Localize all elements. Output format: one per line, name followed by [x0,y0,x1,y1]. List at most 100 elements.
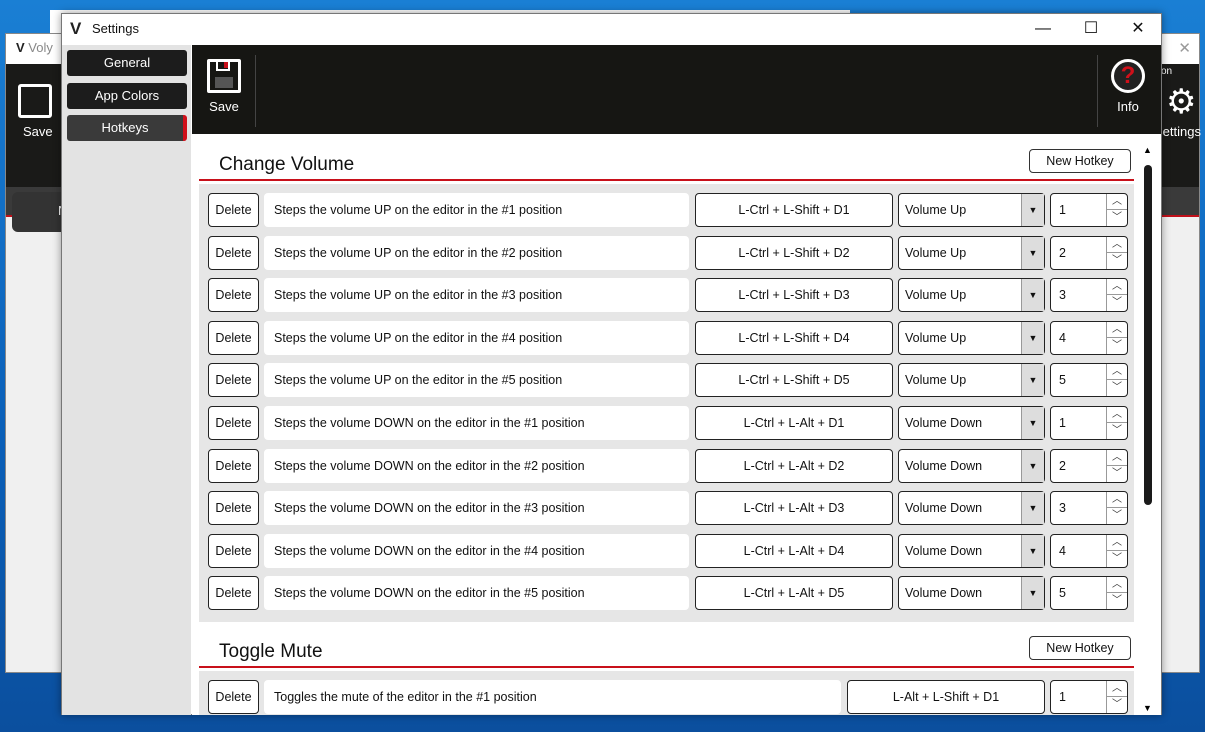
chevron-down-icon[interactable]: ▼ [1021,321,1044,354]
position-stepper[interactable]: 3 ︿ ﹀ [1050,491,1128,526]
stepper-arrows[interactable]: ︿ ﹀ [1106,364,1127,397]
stepper-up-icon[interactable]: ︿ [1107,577,1127,594]
stepper-arrows[interactable]: ︿ ﹀ [1106,236,1127,269]
stepper-up-icon[interactable]: ︿ [1107,279,1127,296]
position-stepper[interactable]: 4 ︿ ﹀ [1050,533,1128,568]
stepper-down-icon[interactable]: ﹀ [1107,253,1127,269]
stepper-down-icon[interactable]: ﹀ [1107,697,1127,713]
action-dropdown[interactable]: Volume Up ▼ [898,278,1045,313]
delete-button[interactable]: Delete [208,278,259,313]
save-button[interactable]: Save [205,59,243,114]
action-dropdown[interactable]: Volume Down ▼ [898,406,1045,440]
hotkey-capture-field[interactable]: L-Alt + L-Shift + D1 [847,680,1045,714]
delete-button[interactable]: Delete [208,491,259,526]
delete-button[interactable]: Delete [208,533,259,568]
action-dropdown[interactable]: Volume Up ▼ [898,193,1045,227]
action-dropdown[interactable]: Volume Down ▼ [898,576,1045,611]
sidebar-item-general[interactable]: General [67,50,187,76]
stepper-down-icon[interactable]: ﹀ [1107,210,1127,226]
hotkey-capture-field[interactable]: L-Ctrl + L-Alt + D5 [695,576,893,611]
chevron-down-icon[interactable]: ▼ [1021,492,1044,525]
stepper-arrows[interactable]: ︿ ﹀ [1106,407,1127,439]
position-stepper[interactable]: 4 ︿ ﹀ [1050,320,1128,355]
position-stepper[interactable]: 3 ︿ ﹀ [1050,278,1128,313]
action-dropdown[interactable]: Volume Up ▼ [898,235,1045,270]
delete-button[interactable]: Delete [208,680,259,714]
delete-button[interactable]: Delete [208,235,259,270]
stepper-up-icon[interactable]: ︿ [1107,681,1127,697]
minimize-button[interactable]: — [1020,14,1066,45]
chevron-down-icon[interactable]: ▼ [1021,449,1044,482]
stepper-down-icon[interactable]: ﹀ [1107,295,1127,311]
position-stepper[interactable]: 2 ︿ ﹀ [1050,235,1128,270]
position-stepper[interactable]: 1 ︿ ﹀ [1050,680,1128,714]
hotkey-capture-field[interactable]: L-Ctrl + L-Shift + D4 [695,320,893,355]
stepper-arrows[interactable]: ︿ ﹀ [1106,492,1127,525]
stepper-up-icon[interactable]: ︿ [1107,535,1127,551]
position-stepper[interactable]: 1 ︿ ﹀ [1050,406,1128,440]
scroll-up-icon[interactable]: ▲ [1143,145,1152,155]
stepper-down-icon[interactable]: ﹀ [1107,508,1127,524]
sidebar-item-hotkeys[interactable]: Hotkeys [67,115,187,141]
stepper-arrows[interactable]: ︿ ﹀ [1106,279,1127,312]
scroll-down-icon[interactable]: ▼ [1143,703,1152,713]
hotkey-capture-field[interactable]: L-Ctrl + L-Shift + D2 [695,235,893,270]
delete-button[interactable]: Delete [208,448,259,483]
delete-button[interactable]: Delete [208,406,259,440]
sidebar-item-app-colors[interactable]: App Colors [67,83,187,109]
chevron-down-icon[interactable]: ▼ [1021,577,1044,610]
action-dropdown[interactable]: Volume Down ▼ [898,491,1045,526]
bg-gear-icon[interactable]: ⚙ [1166,82,1196,122]
stepper-down-icon[interactable]: ﹀ [1107,551,1127,567]
new-hotkey-button[interactable]: New Hotkey [1029,636,1131,660]
stepper-arrows[interactable]: ︿ ﹀ [1106,534,1127,567]
stepper-up-icon[interactable]: ︿ [1107,194,1127,210]
stepper-down-icon[interactable]: ﹀ [1107,380,1127,396]
delete-button[interactable]: Delete [208,320,259,355]
stepper-up-icon[interactable]: ︿ [1107,450,1127,466]
hotkey-capture-field[interactable]: L-Ctrl + L-Alt + D4 [695,533,893,568]
bg-close-icon[interactable]: ✕ [1178,39,1191,57]
action-dropdown[interactable]: Volume Down ▼ [898,533,1045,568]
stepper-up-icon[interactable]: ︿ [1107,322,1127,338]
stepper-arrows[interactable]: ︿ ﹀ [1106,681,1127,713]
action-dropdown[interactable]: Volume Up ▼ [898,363,1045,398]
maximize-button[interactable]: ☐ [1068,14,1114,45]
stepper-down-icon[interactable]: ﹀ [1107,466,1127,482]
scrollbar-thumb[interactable] [1144,165,1152,505]
close-button[interactable]: ✕ [1115,14,1161,45]
stepper-down-icon[interactable]: ﹀ [1107,593,1127,609]
stepper-arrows[interactable]: ︿ ﹀ [1106,449,1127,482]
position-stepper[interactable]: 5 ︿ ﹀ [1050,576,1128,611]
stepper-down-icon[interactable]: ﹀ [1107,338,1127,354]
stepper-up-icon[interactable]: ︿ [1107,407,1127,423]
stepper-arrows[interactable]: ︿ ﹀ [1106,194,1127,226]
chevron-down-icon[interactable]: ▼ [1021,194,1044,226]
stepper-arrows[interactable]: ︿ ﹀ [1106,321,1127,354]
hotkey-capture-field[interactable]: L-Ctrl + L-Alt + D1 [695,406,893,440]
position-stepper[interactable]: 5 ︿ ﹀ [1050,363,1128,398]
action-dropdown[interactable]: Volume Up ▼ [898,320,1045,355]
hotkey-capture-field[interactable]: L-Ctrl + L-Shift + D5 [695,363,893,398]
hotkey-capture-field[interactable]: L-Ctrl + L-Alt + D3 [695,491,893,526]
vertical-scrollbar[interactable]: ▲ ▼ [1141,145,1155,715]
chevron-down-icon[interactable]: ▼ [1021,236,1044,269]
position-stepper[interactable]: 1 ︿ ﹀ [1050,193,1128,227]
stepper-up-icon[interactable]: ︿ [1107,237,1127,253]
stepper-arrows[interactable]: ︿ ﹀ [1106,577,1127,610]
delete-button[interactable]: Delete [208,363,259,398]
chevron-down-icon[interactable]: ▼ [1021,279,1044,312]
bg-save-label[interactable]: Save [23,124,53,139]
delete-button[interactable]: Delete [208,193,259,227]
position-stepper[interactable]: 2 ︿ ﹀ [1050,448,1128,483]
action-dropdown[interactable]: Volume Down ▼ [898,448,1045,483]
chevron-down-icon[interactable]: ▼ [1021,407,1044,439]
new-hotkey-button[interactable]: New Hotkey [1029,149,1131,173]
hotkey-capture-field[interactable]: L-Ctrl + L-Shift + D1 [695,193,893,227]
hotkey-capture-field[interactable]: L-Ctrl + L-Shift + D3 [695,278,893,313]
stepper-up-icon[interactable]: ︿ [1107,492,1127,509]
delete-button[interactable]: Delete [208,576,259,611]
chevron-down-icon[interactable]: ▼ [1021,534,1044,567]
stepper-up-icon[interactable]: ︿ [1107,364,1127,381]
stepper-down-icon[interactable]: ﹀ [1107,423,1127,439]
